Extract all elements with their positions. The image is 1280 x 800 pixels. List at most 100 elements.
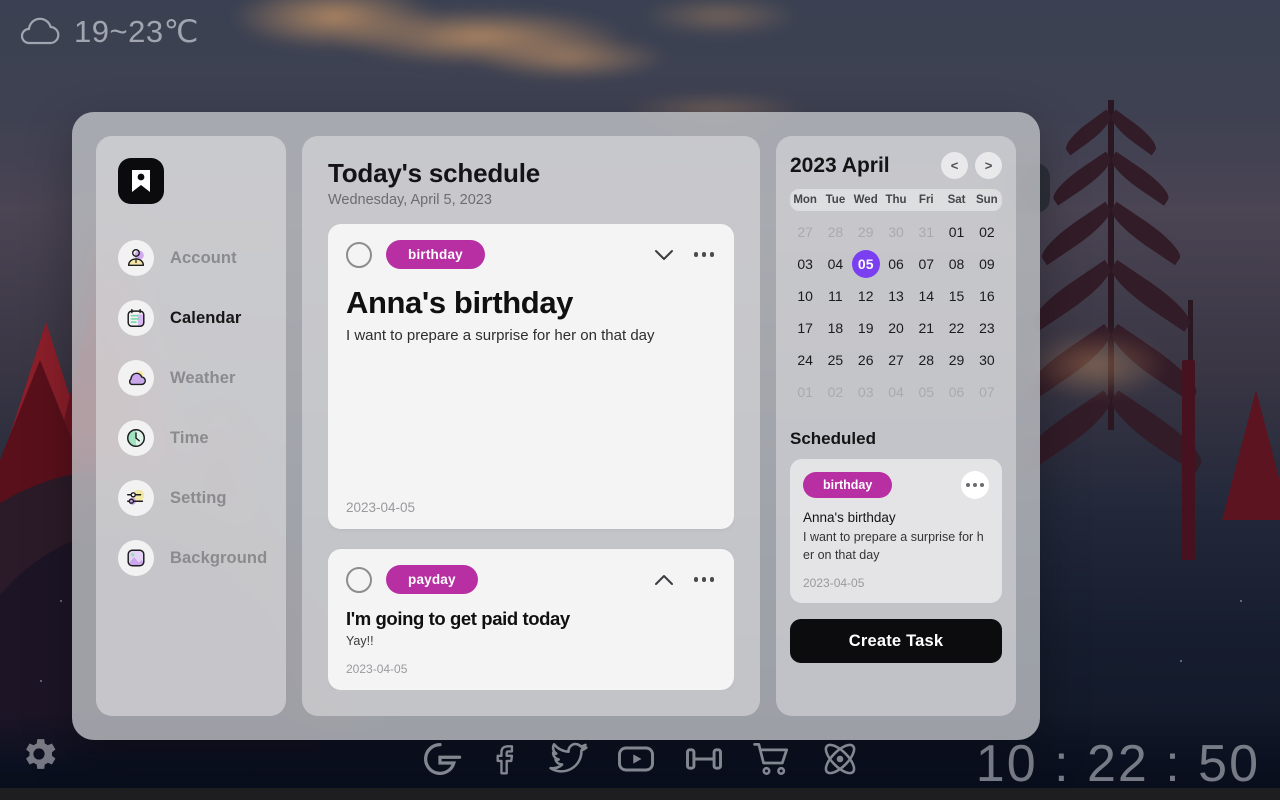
calendar-day[interactable]: 24 (790, 345, 820, 375)
next-month-button[interactable]: > (975, 152, 1002, 179)
calendar-day[interactable]: 05 (911, 377, 941, 407)
sidebar-item-time[interactable]: Time (96, 420, 286, 456)
calendar-day[interactable]: 12 (851, 281, 881, 311)
calendar-day[interactable]: 09 (972, 249, 1002, 279)
calendar-day[interactable]: 11 (820, 281, 850, 311)
task-checkbox[interactable] (346, 241, 372, 268)
calendar-day-label: 20 (888, 320, 904, 336)
calendar-day[interactable]: 28 (820, 217, 850, 247)
calendar-day[interactable]: 02 (972, 217, 1002, 247)
sidebar-item-calendar[interactable]: Calendar (96, 300, 286, 336)
sidebar-item-background[interactable]: Background (96, 540, 286, 576)
chevron-down-icon[interactable] (654, 249, 674, 261)
sidebar-item-weather[interactable]: Weather (96, 360, 286, 396)
calendar-day[interactable]: 07 (972, 377, 1002, 407)
calendar-day[interactable]: 04 (881, 377, 911, 407)
calendar-day[interactable]: 16 (972, 281, 1002, 311)
calendar-day-label: 03 (857, 384, 874, 400)
calendar-day[interactable]: 14 (911, 281, 941, 311)
scheduled-name: Anna's birthday (803, 510, 896, 525)
calendar-day[interactable]: 31 (911, 217, 941, 247)
task-more-menu-icon[interactable] (692, 246, 717, 263)
weekday-label: Wed (853, 194, 878, 206)
calendar-day-label: 27 (797, 224, 813, 240)
calendar-day[interactable]: 19 (851, 313, 881, 343)
calendar-day-label: 07 (918, 256, 935, 272)
sidebar-item-setting[interactable]: Setting (96, 480, 286, 516)
task-card[interactable]: payday I'm going to get paid today Yay!!… (328, 549, 734, 690)
calendar-day[interactable]: 25 (820, 345, 850, 375)
task-title: Anna's birthday (346, 285, 574, 320)
scheduled-more-menu-icon[interactable] (961, 471, 989, 499)
calendar-day[interactable]: 18 (820, 313, 850, 343)
calendar-nav: < > (941, 152, 1002, 179)
weekday-label: Sat (947, 194, 966, 206)
task-checkbox[interactable] (346, 566, 372, 593)
desktop-settings-button[interactable] (18, 733, 60, 780)
calendar-day-label: 09 (979, 256, 995, 272)
calendar-day[interactable]: 13 (881, 281, 911, 311)
facebook-icon[interactable] (485, 737, 523, 781)
calendar-day[interactable]: 29 (941, 345, 971, 375)
calendar-day[interactable]: 21 (911, 313, 941, 343)
calendar-day-label: 13 (888, 288, 904, 304)
cloud-sun-icon (118, 360, 154, 396)
calendar-day[interactable]: 08 (941, 249, 971, 279)
calendar-day[interactable]: 26 (851, 345, 881, 375)
calendar-day[interactable]: 01 (941, 217, 971, 247)
calendar-panel: 2023 April < > Mon Tue Wed Thu Fri Sat S… (776, 136, 1016, 716)
calendar-day-label: 31 (918, 224, 935, 240)
chevron-up-icon[interactable] (654, 574, 674, 586)
task-tag[interactable]: payday (386, 565, 478, 594)
user-icon (118, 240, 154, 276)
shopping-cart-icon[interactable] (749, 737, 795, 781)
calendar-day[interactable]: 27 (790, 217, 820, 247)
calendar-day-label: 06 (948, 384, 965, 400)
task-more-menu-icon[interactable] (692, 571, 717, 588)
calendar-day-label: 17 (797, 320, 813, 336)
calendar-day[interactable]: 15 (941, 281, 971, 311)
calendar-day[interactable]: 06 (881, 249, 911, 279)
weekday-label: Mon (793, 194, 817, 206)
create-task-button[interactable]: Create Task (790, 619, 1002, 664)
calendar-day[interactable]: 07 (911, 249, 941, 279)
calendar-day[interactable]: 30 (881, 217, 911, 247)
calendar-day-label: 02 (827, 384, 844, 400)
calendar-day-label: 14 (918, 288, 935, 304)
calendar-day[interactable]: 20 (881, 313, 911, 343)
calendar-day[interactable]: 22 (941, 313, 971, 343)
calendar-day-label: 28 (918, 352, 935, 368)
calendar-day[interactable]: 02 (820, 377, 850, 407)
calendar-day[interactable]: 17 (790, 313, 820, 343)
scheduled-card[interactable]: birthday Anna's birthday I want to prepa… (790, 459, 1002, 604)
dumbbell-icon[interactable] (681, 737, 727, 781)
atom-icon[interactable] (817, 737, 863, 781)
gear-icon[interactable] (18, 733, 60, 775)
prev-month-button[interactable]: < (941, 152, 968, 179)
calendar-day[interactable]: 28 (911, 345, 941, 375)
scheduled-card-header: birthday (803, 471, 989, 499)
scheduled-tag[interactable]: birthday (803, 472, 893, 498)
youtube-icon[interactable] (613, 737, 659, 781)
sidebar-item-label: Setting (170, 488, 227, 507)
google-icon[interactable] (417, 736, 463, 782)
calendar-day[interactable]: 06 (941, 377, 971, 407)
sidebar-item-label: Time (170, 428, 209, 447)
task-tag[interactable]: birthday (386, 240, 485, 269)
task-card[interactable]: birthday Anna's birthday I want to prepa… (328, 224, 734, 529)
sidebar-item-account[interactable]: Account (96, 240, 286, 276)
calendar-day[interactable]: 01 (790, 377, 820, 407)
calendar-day[interactable]: 03 (851, 377, 881, 407)
calendar-day[interactable]: 10 (790, 281, 820, 311)
calendar-day-label: 23 (979, 320, 995, 336)
calendar-day[interactable]: 23 (972, 313, 1002, 343)
task-header: payday (346, 565, 716, 594)
weekday-label: Sun (975, 194, 998, 206)
calendar-day[interactable]: 30 (972, 345, 1002, 375)
calendar-day[interactable]: 04 (820, 249, 850, 279)
calendar-day[interactable]: 03 (790, 249, 820, 279)
calendar-day[interactable]: 27 (881, 345, 911, 375)
twitter-icon[interactable] (545, 737, 591, 781)
calendar-day[interactable]: 29 (851, 217, 881, 247)
calendar-day-selected[interactable]: 05 (851, 249, 881, 279)
